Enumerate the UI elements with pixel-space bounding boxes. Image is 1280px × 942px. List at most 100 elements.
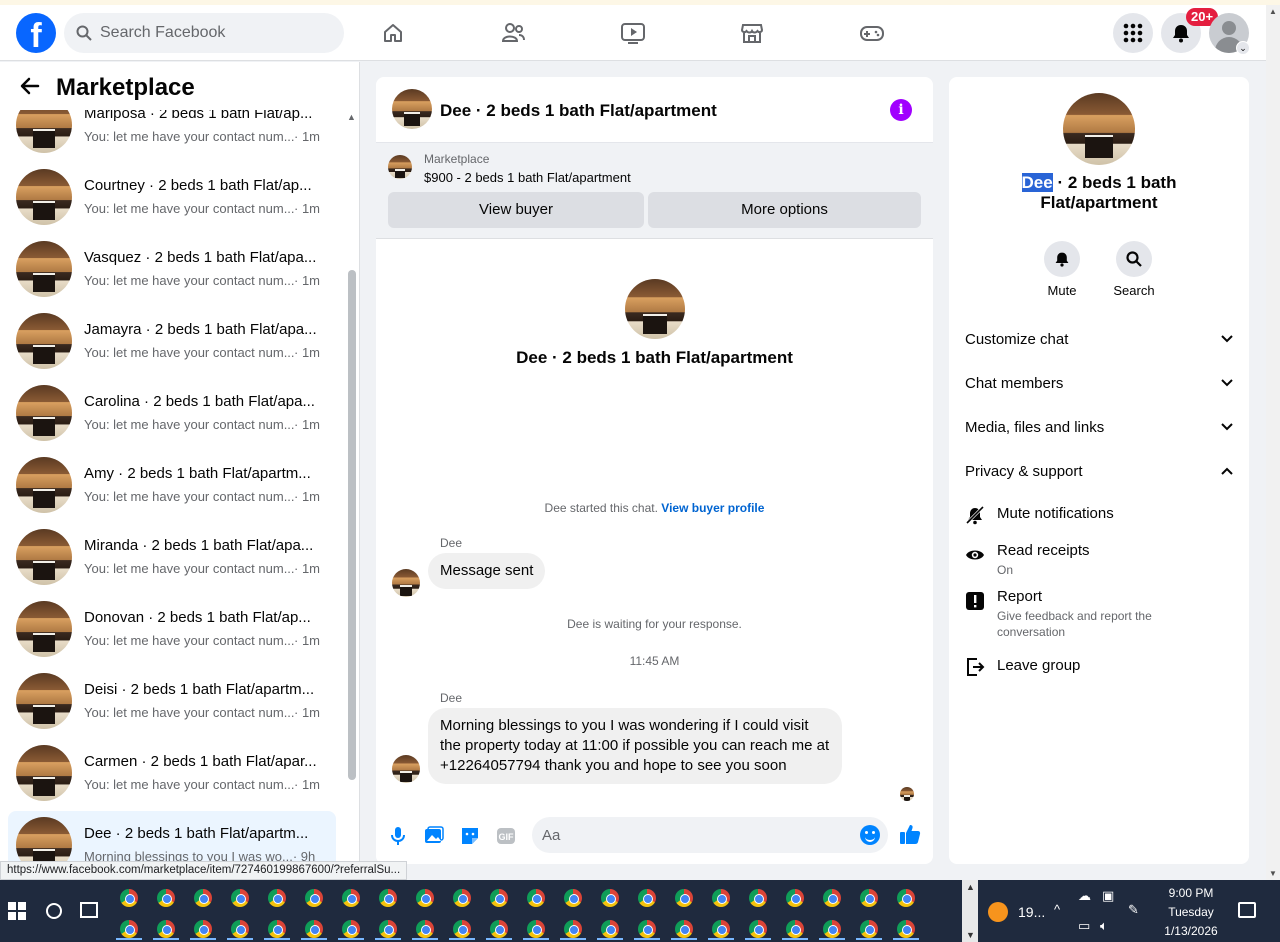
conversation-item[interactable]: Jamayra · 2 beds 1 bath Flat/apa... You: …	[8, 307, 336, 375]
taskbar-clock[interactable]: 9:00 PM Tuesday 1/13/2026	[1156, 884, 1226, 941]
conversation-item[interactable]: Carmen · 2 beds 1 bath Flat/apar... You: …	[8, 739, 336, 807]
taskbar-search-icon[interactable]	[46, 903, 62, 919]
taskbar-app-icon[interactable]	[342, 889, 360, 907]
taskbar-app-icon[interactable]	[305, 920, 323, 938]
windows-start-icon[interactable]	[8, 902, 26, 920]
conversation-item[interactable]: Deisi · 2 beds 1 bath Flat/apartm... You:…	[8, 667, 336, 735]
pen-icon[interactable]: ✎	[1128, 902, 1139, 918]
view-buyer-profile-link[interactable]: View buyer profile	[661, 501, 764, 515]
taskbar-app-icon[interactable]	[490, 920, 508, 938]
microphone-icon[interactable]	[387, 825, 409, 847]
menu-grid-button[interactable]	[1113, 13, 1153, 53]
chat-members-row[interactable]: Chat members	[965, 365, 1233, 401]
volume-icon[interactable]: 🔈︎	[1100, 918, 1108, 934]
taskbar-app-icon[interactable]	[379, 889, 397, 907]
taskbar-app-icon[interactable]	[231, 889, 249, 907]
taskbar-app-icon[interactable]	[860, 889, 878, 907]
search-icon[interactable]	[1116, 241, 1152, 277]
info-icon[interactable]: i	[890, 99, 912, 121]
meet-icon[interactable]: ▣	[1102, 888, 1114, 904]
message-input-box[interactable]	[532, 817, 888, 853]
task-view-icon[interactable]	[80, 902, 98, 918]
friends-icon[interactable]	[497, 17, 529, 49]
home-icon[interactable]	[377, 17, 409, 49]
conversation-item[interactable]: Carolina · 2 beds 1 bath Flat/apa... You:…	[8, 379, 336, 447]
taskbar-app-icon[interactable]	[601, 889, 619, 907]
message-input[interactable]	[542, 826, 842, 844]
tray-chevron-icon[interactable]: ^	[1054, 902, 1060, 917]
bell-icon[interactable]	[1044, 241, 1080, 277]
conversation-item[interactable]: Donovan · 2 beds 1 bath Flat/ap... You: l…	[8, 595, 336, 663]
view-buyer-button[interactable]: View buyer	[388, 192, 644, 228]
weather-icon[interactable]	[988, 902, 1008, 922]
taskbar-app-icon[interactable]	[860, 920, 878, 938]
facebook-logo[interactable]: f	[16, 13, 56, 53]
conversation-item[interactable]: Miranda · 2 beds 1 bath Flat/apa... You: …	[8, 523, 336, 591]
chat-title[interactable]: Dee · 2 beds 1 bath Flat/apartment	[440, 101, 717, 121]
taskbar-app-icon[interactable]	[897, 920, 915, 938]
taskbar-app-icon[interactable]	[527, 889, 545, 907]
weather-text[interactable]: 19...	[1018, 904, 1045, 920]
search-action[interactable]: Search	[1104, 241, 1164, 298]
privacy-support-row[interactable]: Privacy & support	[965, 453, 1233, 489]
scroll-up-arrow[interactable]: ▲	[347, 112, 356, 122]
onedrive-icon[interactable]: ☁	[1078, 888, 1091, 904]
taskbar-app-icon[interactable]	[453, 920, 471, 938]
more-options-button[interactable]: More options	[648, 192, 921, 228]
read-receipts-item[interactable]: Read receipts On	[965, 542, 1233, 578]
search-input[interactable]	[100, 24, 320, 42]
page-scrollbar[interactable]: ▲ ▼	[1266, 5, 1280, 880]
taskbar-app-icon[interactable]	[823, 889, 841, 907]
taskbar-app-icon[interactable]	[120, 920, 138, 938]
taskbar-app-icon[interactable]	[527, 920, 545, 938]
search-box[interactable]	[64, 13, 344, 53]
watch-icon[interactable]	[617, 17, 649, 49]
taskbar-app-icon[interactable]	[749, 920, 767, 938]
taskbar-app-icon[interactable]	[231, 920, 249, 938]
leave-group-item[interactable]: Leave group	[965, 657, 1233, 681]
taskbar-app-icon[interactable]	[638, 920, 656, 938]
emoji-icon[interactable]	[860, 825, 880, 845]
marketplace-icon[interactable]	[736, 17, 768, 49]
conversation-item[interactable]: Vasquez · 2 beds 1 bath Flat/apa... You: …	[8, 235, 336, 303]
sender-avatar[interactable]	[392, 755, 420, 783]
taskbar-app-icon[interactable]	[157, 889, 175, 907]
taskbar-app-icon[interactable]	[268, 889, 286, 907]
media-files-links-row[interactable]: Media, files and links	[965, 409, 1233, 445]
mute-action[interactable]: Mute	[1032, 241, 1092, 298]
taskbar-app-icon[interactable]	[342, 920, 360, 938]
taskbar-app-icon[interactable]	[305, 889, 323, 907]
photo-icon[interactable]	[423, 825, 445, 847]
back-arrow-icon[interactable]	[20, 76, 40, 102]
gif-icon[interactable]: GIF	[495, 825, 517, 847]
taskbar-app-icon[interactable]	[416, 889, 434, 907]
taskbar-app-icon[interactable]	[601, 920, 619, 938]
taskbar-app-icon[interactable]	[379, 920, 397, 938]
notification-center-icon[interactable]	[1238, 902, 1256, 918]
taskbar-app-icon[interactable]	[897, 889, 915, 907]
message-bubble[interactable]: Message sent	[428, 553, 546, 589]
thumbs-up-icon[interactable]	[899, 823, 921, 845]
chevron-down-icon[interactable]: ⌄	[1236, 41, 1250, 55]
taskbar-scroll[interactable]: ▲ ▼	[962, 880, 978, 942]
taskbar-app-icon[interactable]	[564, 889, 582, 907]
sidebar-scrollbar[interactable]: ▲	[344, 110, 359, 880]
taskbar-app-icon[interactable]	[675, 920, 693, 938]
conversation-item[interactable]: Courtney · 2 beds 1 bath Flat/ap... You: …	[8, 163, 336, 231]
listing-title[interactable]: $900 - 2 beds 1 bath Flat/apartment	[424, 170, 631, 185]
taskbar-app-icon[interactable]	[749, 889, 767, 907]
taskbar-app-icon[interactable]	[194, 889, 212, 907]
mute-notifications-item[interactable]: Mute notifications	[965, 505, 1233, 529]
gaming-icon[interactable]	[856, 17, 888, 49]
taskbar-app-icon[interactable]	[453, 889, 471, 907]
customize-chat-row[interactable]: Customize chat	[965, 321, 1233, 357]
taskbar-app-icon[interactable]	[194, 920, 212, 938]
conversation-item[interactable]: Amy · 2 beds 1 bath Flat/apartm... You: l…	[8, 451, 336, 519]
message-bubble[interactable]: Morning blessings to you I was wondering…	[428, 708, 842, 784]
listing-thumbnail[interactable]	[388, 155, 412, 179]
taskbar-app-icon[interactable]	[268, 920, 286, 938]
report-item[interactable]: Report Give feedback and report the conv…	[965, 588, 1233, 640]
sticker-icon[interactable]	[459, 825, 481, 847]
taskbar-app-icon[interactable]	[490, 889, 508, 907]
details-avatar[interactable]	[1063, 93, 1135, 165]
